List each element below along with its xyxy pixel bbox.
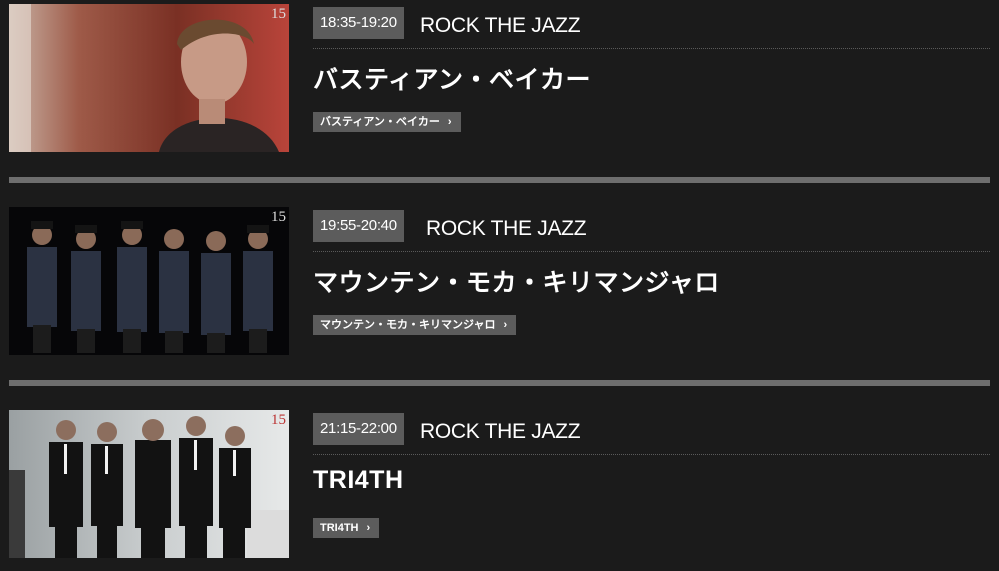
artist-name: バスティアン・ベイカー — [313, 66, 592, 94]
chevron-right-icon: › — [366, 522, 371, 534]
artist-photo[interactable]: 15 — [9, 207, 289, 355]
stage-name: ROCK THE JAZZ — [420, 14, 581, 37]
artist-photo[interactable]: 15 — [9, 410, 289, 558]
time-badge: 21:15-22:00 — [313, 413, 404, 445]
artist-link-button[interactable]: マウンテン・モカ・キリマンジャロ › — [313, 315, 517, 335]
chevron-right-icon: › — [503, 319, 508, 331]
artist-link-button[interactable]: TRI4TH › — [313, 518, 380, 538]
artist-link-label: マウンテン・モカ・キリマンジャロ — [320, 319, 496, 331]
time-badge: 18:35-19:20 — [313, 7, 404, 39]
artist-link-button[interactable]: バスティアン・ベイカー › — [313, 112, 461, 132]
artist-name: TRI4TH — [313, 466, 404, 494]
fifteen-mark: 15 — [271, 6, 286, 22]
artist-entry: 15 21:15-22:00 ROCK THE JAZZ TRI4TH TRI4… — [0, 410, 999, 558]
stage-name: ROCK THE JAZZ — [426, 217, 587, 240]
artist-link-label: バスティアン・ベイカー — [320, 116, 440, 128]
section-divider — [9, 380, 990, 386]
artist-lineup-list: 15 18:35-19:20 ROCK THE JAZZ バスティアン・ベイカー… — [0, 0, 999, 571]
section-divider — [9, 177, 990, 183]
chevron-right-icon: › — [447, 116, 452, 128]
fifteen-mark: 15 — [271, 412, 286, 428]
dotted-divider — [313, 454, 990, 455]
dotted-divider — [313, 48, 990, 49]
time-badge: 19:55-20:40 — [313, 210, 404, 242]
artist-entry: 15 18:35-19:20 ROCK THE JAZZ バスティアン・ベイカー… — [0, 4, 999, 152]
artist-link-label: TRI4TH — [320, 522, 359, 534]
artist-photo[interactable]: 15 — [9, 4, 289, 152]
dotted-divider — [313, 251, 990, 252]
artist-entry: 15 19:55-20:40 ROCK THE JAZZ マウンテン・モカ・キリ… — [0, 207, 999, 355]
stage-name: ROCK THE JAZZ — [420, 420, 581, 443]
fifteen-mark: 15 — [271, 209, 286, 225]
artist-name: マウンテン・モカ・キリマンジャロ — [313, 269, 720, 297]
